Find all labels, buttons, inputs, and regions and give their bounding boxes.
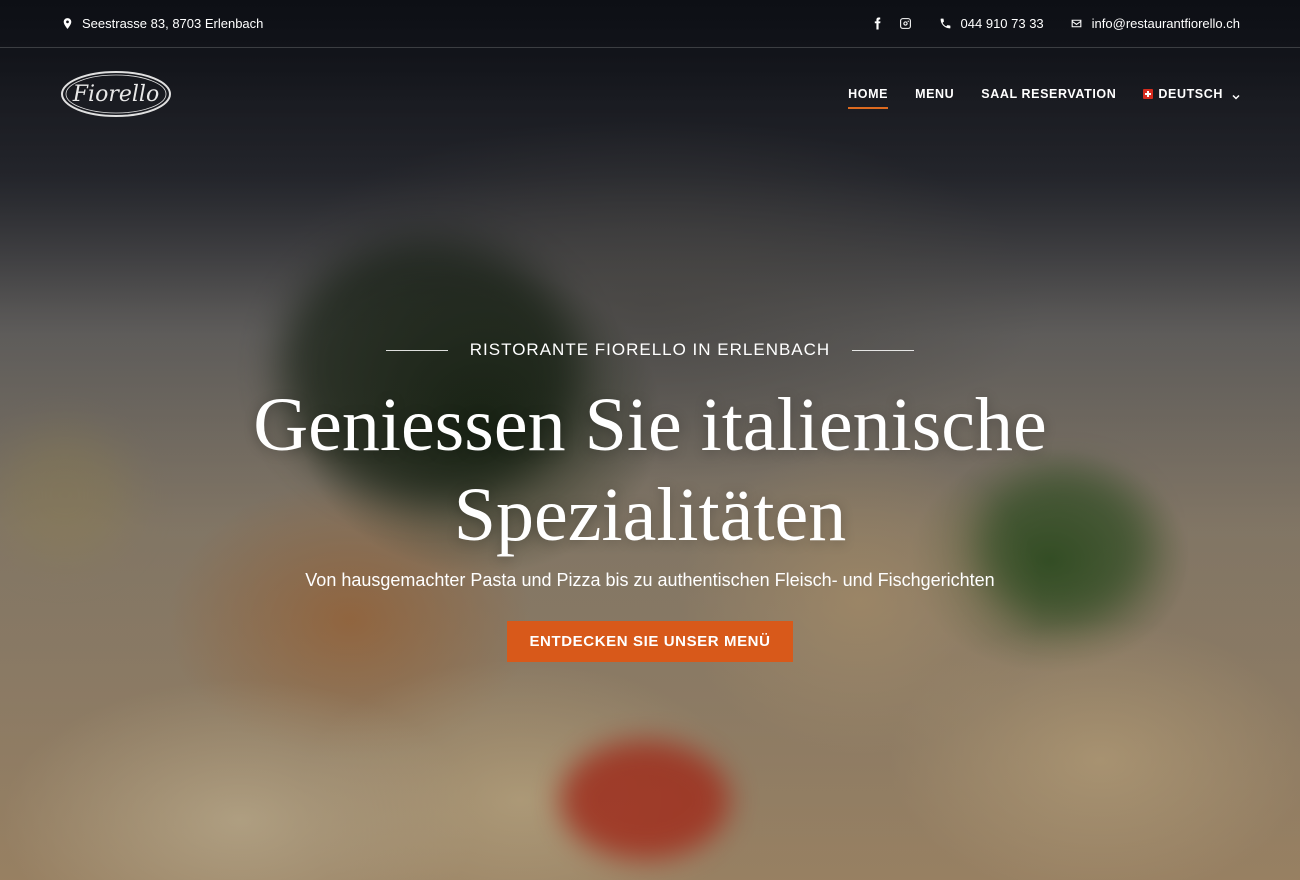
email-text: info@restaurantfiorello.ch [1091, 16, 1240, 31]
address-text: Seestrasse 83, 8703 Erlenbach [82, 16, 264, 31]
instagram-icon [899, 17, 913, 31]
nav-home[interactable]: HOME [848, 81, 889, 109]
eyebrow-line-left [385, 349, 448, 351]
discover-menu-button[interactable]: ENTDECKEN SIE UNSER MENÜ [507, 621, 793, 662]
language-switcher[interactable]: DEUTSCH [1143, 81, 1240, 107]
chevron-down-icon [1232, 90, 1240, 100]
eyebrow-line-right [852, 349, 915, 351]
nav-menu-label: MENU [915, 87, 955, 101]
phone-text: 044 910 73 33 [960, 16, 1044, 31]
instagram-link[interactable] [899, 17, 913, 31]
topbar: Seestrasse 83, 8703 Erlenbach 044 910 73… [0, 0, 1300, 48]
map-pin-icon [60, 17, 74, 31]
email-link[interactable]: info@restaurantfiorello.ch [1070, 16, 1240, 31]
nav-menu[interactable]: MENU [915, 81, 954, 107]
facebook-icon [871, 17, 885, 31]
envelope-icon [1070, 17, 1084, 31]
headline-line-1: Geniessen Sie italienische [253, 383, 1047, 467]
hero-subline: Von hausgemachter Pasta und Pizza bis zu… [305, 570, 995, 590]
facebook-link[interactable] [871, 17, 885, 31]
headline-line-2: Spezialitäten [453, 473, 847, 557]
main-nav: HOME MENU SAAL RESERVATION DEUTSCH [821, 81, 1240, 109]
swiss-flag-icon [1143, 89, 1154, 99]
nav-saal-label: SAAL RESERVATION [981, 87, 1117, 101]
eyebrow-text: RISTORANTE FIORELLO IN ERLENBACH [469, 340, 831, 359]
hero-eyebrow: RISTORANTE FIORELLO IN ERLENBACH [0, 340, 1300, 360]
address-item: Seestrasse 83, 8703 Erlenbach [60, 16, 263, 31]
language-label: DEUTSCH [1158, 87, 1223, 101]
site-header: Fiorello HOME MENU SAAL RESERVATION DEUT… [0, 48, 1300, 140]
nav-home-label: HOME [848, 87, 889, 101]
phone-icon [939, 17, 953, 31]
phone-link[interactable]: 044 910 73 33 [939, 16, 1044, 31]
logo-link[interactable]: Fiorello [60, 69, 172, 119]
hero-content: RISTORANTE FIORELLO IN ERLENBACH Geniess… [0, 340, 1300, 662]
hero-headline: Geniessen Sie italienische Spezialitäten [0, 380, 1300, 560]
nav-saal-reservation[interactable]: SAAL RESERVATION [981, 81, 1116, 107]
logo-text: Fiorello [72, 81, 160, 107]
